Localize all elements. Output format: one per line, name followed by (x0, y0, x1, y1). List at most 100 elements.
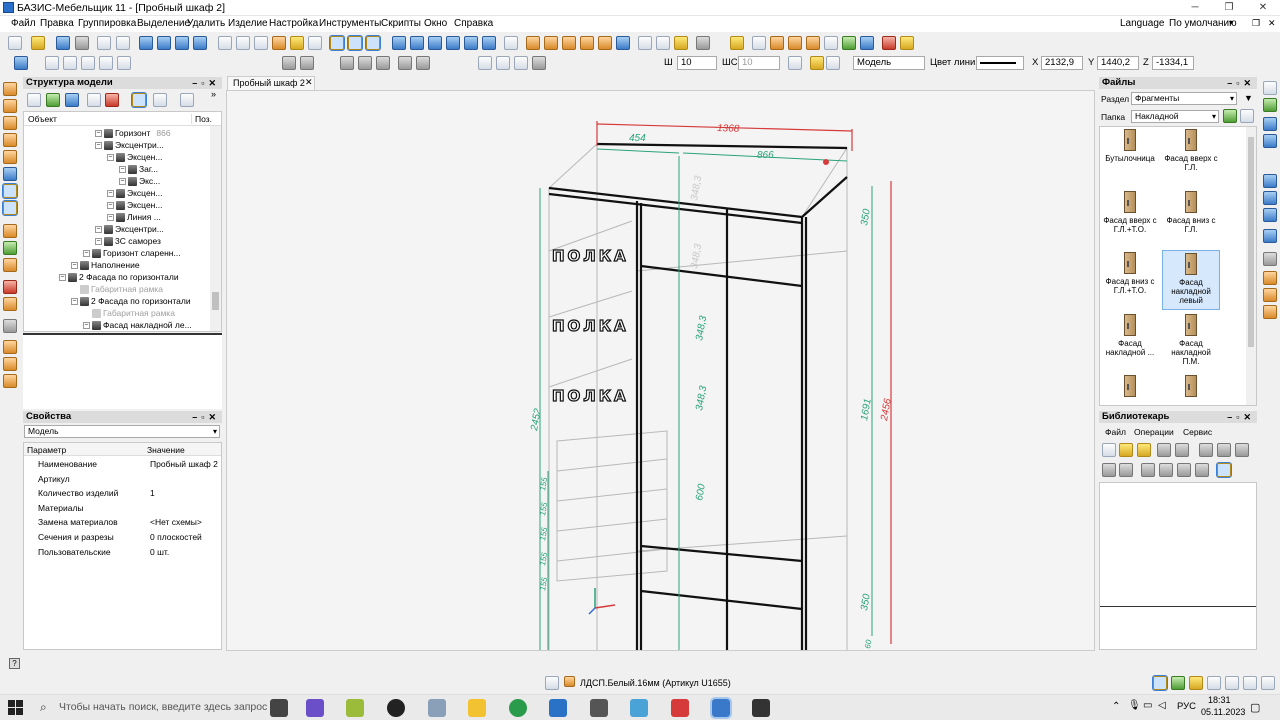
panel-front-icon[interactable] (3, 116, 17, 130)
app-anydesk-icon[interactable] (671, 699, 689, 717)
status-tool-6-icon[interactable] (1243, 676, 1257, 690)
librarian-menu-file[interactable]: Файл (1105, 427, 1126, 437)
folder-search-icon[interactable] (1240, 109, 1254, 123)
fastener-tool-2-icon[interactable] (3, 297, 17, 311)
zoom-frame-icon[interactable] (139, 36, 153, 50)
tree-item[interactable]: – Наполнение (71, 260, 140, 271)
panel-controls[interactable]: –▫✕ (192, 411, 220, 423)
line-icon[interactable] (45, 56, 59, 70)
app-calculator-icon[interactable] (590, 699, 608, 717)
check-icon[interactable] (656, 36, 670, 50)
tree-item[interactable]: – Линия ... (107, 212, 161, 223)
lock-icon[interactable] (826, 56, 840, 70)
door-icon[interactable] (3, 357, 17, 371)
tree-item[interactable]: – Эксцен... (107, 200, 162, 211)
property-row[interactable]: Пользовательские 0 шт. (24, 545, 222, 560)
menu-delete[interactable]: Удалить (187, 18, 225, 29)
dashed-line-icon[interactable] (496, 56, 510, 70)
glass-icon[interactable] (3, 167, 17, 181)
z-coord-field[interactable]: -1334,1 (1152, 56, 1194, 70)
menu-select[interactable]: Выделение (137, 18, 190, 29)
facade-tool-icon[interactable] (2, 183, 18, 199)
expand-toggle-icon[interactable]: – (119, 178, 126, 186)
eye-icon[interactable] (860, 36, 874, 50)
property-value[interactable]: <Нет схемы> (150, 517, 202, 527)
pencil-icon[interactable] (290, 36, 304, 50)
notification-icon[interactable]: ▢ (1250, 701, 1260, 714)
delete-icon[interactable] (1235, 443, 1249, 457)
model-viewport[interactable]: 1368 454 866 2452 2456 1691 350 350 348,… (226, 90, 1095, 651)
panels-icon[interactable] (616, 36, 630, 50)
sum-icon[interactable] (824, 36, 838, 50)
rail-icon[interactable] (3, 258, 17, 272)
arrow-up-icon[interactable] (1102, 463, 1116, 477)
drill-icon[interactable] (788, 36, 802, 50)
undo-icon[interactable] (97, 36, 111, 50)
expand-toggle-icon[interactable]: – (107, 154, 114, 162)
rectangle-icon[interactable] (63, 56, 77, 70)
property-value[interactable]: Пробный шкаф 2 (150, 459, 218, 469)
task-view-icon[interactable] (270, 699, 288, 717)
cabinet-icon[interactable] (1263, 271, 1277, 285)
language-menu[interactable]: Language (1120, 18, 1165, 29)
dimension-icon[interactable] (99, 56, 113, 70)
cabinet-2-icon[interactable] (1263, 288, 1277, 302)
connect-icon[interactable] (842, 36, 856, 50)
expand-toggle-icon[interactable]: – (107, 214, 114, 222)
facade-tool-2-icon[interactable] (2, 200, 18, 216)
link-icon[interactable] (1199, 443, 1213, 457)
language-indicator[interactable]: РУС (1177, 701, 1196, 712)
x-coord-field[interactable]: 2132,9 (1041, 56, 1083, 70)
ortho-icon[interactable] (254, 36, 268, 50)
view-left-icon[interactable] (428, 36, 442, 50)
view-front-icon[interactable] (392, 36, 406, 50)
status-tool-2-icon[interactable] (1171, 676, 1185, 690)
search-icon[interactable]: ⌕ (40, 700, 47, 715)
property-row[interactable]: Количество изделий 1 (24, 486, 222, 501)
fastener-icon[interactable] (730, 36, 744, 50)
app-basis-icon[interactable] (346, 699, 364, 717)
panel-vertical-icon[interactable] (3, 82, 17, 96)
expand-toggle-icon[interactable]: – (95, 238, 102, 246)
fragment-item-selected[interactable]: Фасад накладной левый (1162, 250, 1220, 310)
clock-date[interactable]: 05.11.2023 (1201, 707, 1245, 717)
panel-horizontal-icon[interactable] (3, 99, 17, 113)
view-right-icon[interactable] (446, 36, 460, 50)
scissors-icon[interactable] (752, 36, 766, 50)
librarian-menu-operations[interactable]: Операции (1134, 427, 1174, 437)
filter-icon[interactable] (1177, 463, 1191, 477)
fragments-scrollbar[interactable] (1246, 127, 1256, 405)
default-menu[interactable]: По умолчанию (1169, 18, 1237, 29)
fragment-item[interactable]: Бутылочница (1101, 129, 1159, 163)
layer-tool-4-icon[interactable] (1263, 229, 1277, 243)
width-step-field[interactable]: 10 (738, 56, 780, 70)
clock-time[interactable]: 18:31 (1208, 695, 1231, 705)
zoom-all-icon[interactable] (157, 36, 171, 50)
microphone-icon[interactable]: 🎙 (1128, 700, 1141, 711)
textured-icon[interactable] (544, 36, 558, 50)
arrow-down-icon[interactable] (1119, 463, 1133, 477)
fragment-item[interactable] (1162, 375, 1220, 400)
menu-product[interactable]: Изделие (228, 18, 268, 29)
width-field[interactable]: 10 (677, 56, 717, 70)
property-row[interactable]: Сечения и разрезы 0 плоскостей (24, 530, 222, 545)
magnet-icon[interactable] (272, 36, 286, 50)
snap-icon[interactable] (218, 36, 232, 50)
chevron-right-icon[interactable]: » (211, 89, 216, 99)
panel-controls[interactable]: –▫✕ (1227, 411, 1255, 423)
chevron-down-icon[interactable]: ▼ (1244, 93, 1253, 103)
fragment-item[interactable]: Фасад вверх с Г.Л.+Т.О. (1101, 191, 1159, 234)
tree-item[interactable]: – Горизонт 866 (95, 128, 171, 139)
copy-move-icon[interactable] (532, 56, 546, 70)
new-file-icon[interactable] (8, 36, 22, 50)
circle-icon[interactable] (81, 56, 95, 70)
save-icon[interactable] (1157, 443, 1171, 457)
view-back-icon[interactable] (410, 36, 424, 50)
folder-up-icon[interactable] (1223, 109, 1237, 123)
property-row[interactable]: Наименование Пробный шкаф 2 (24, 457, 222, 472)
menu-file[interactable]: Файл (11, 18, 36, 29)
camera-icon[interactable] (638, 36, 652, 50)
view-iso-icon[interactable] (482, 36, 496, 50)
fastener-tool-icon[interactable] (3, 280, 17, 294)
array-icon[interactable] (340, 56, 354, 70)
